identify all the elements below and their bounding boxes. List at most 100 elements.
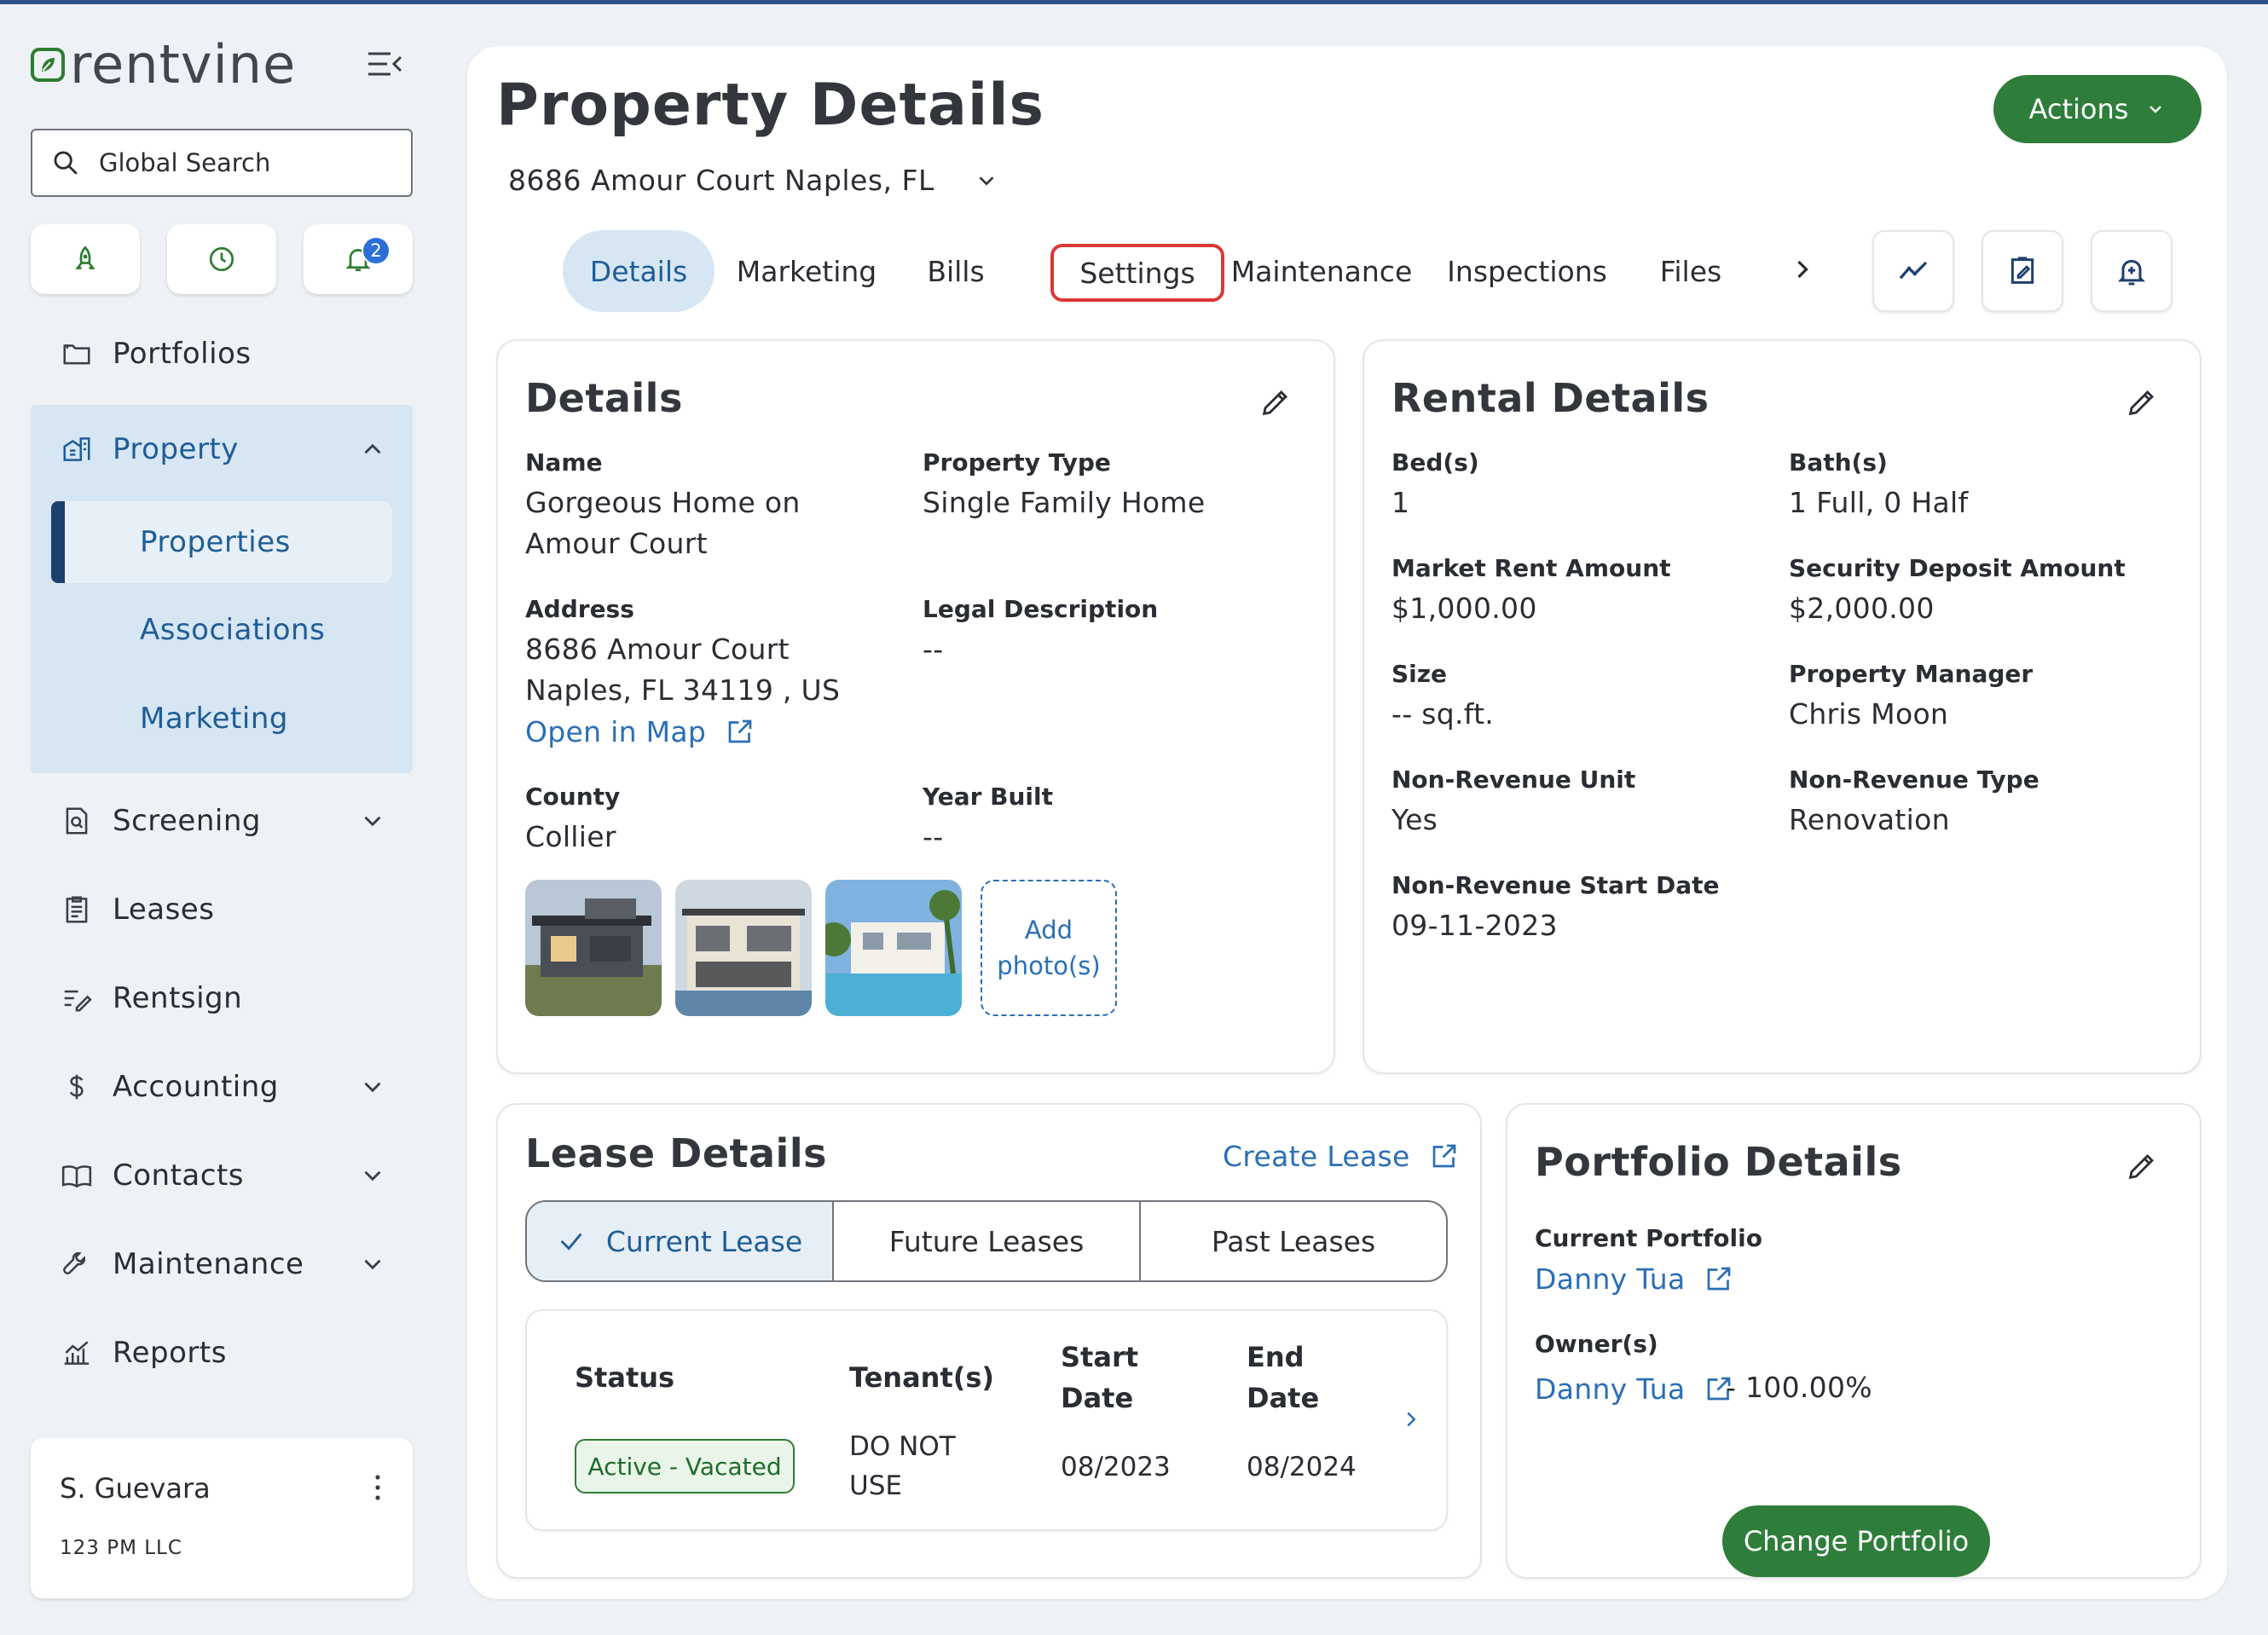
non-revenue-type-value: Renovation	[1789, 803, 1950, 836]
current-portfolio-link[interactable]: Danny Tua	[1535, 1258, 1734, 1299]
tab-past-leases[interactable]: Past Leases	[1139, 1202, 1446, 1280]
portfolio-details-title: Portfolio Details	[1535, 1139, 1902, 1185]
open-in-map-link[interactable]: Open in Map	[525, 711, 755, 752]
nav-rentsign[interactable]: Rentsign	[60, 973, 418, 1024]
logo[interactable]: rentvine	[31, 38, 296, 91]
rental-details-card: Rental Details Bed(s) 1 Bath(s) 1 Full, …	[1363, 339, 2201, 1074]
clipboard-icon	[60, 893, 94, 927]
search-placeholder: Global Search	[99, 148, 271, 177]
nav-properties[interactable]: Properties	[51, 501, 392, 583]
trend-line-icon	[1899, 261, 1928, 280]
baths-value: 1 Full, 0 Half	[1789, 486, 1969, 519]
pencil-icon[interactable]	[2125, 385, 2159, 419]
property-manager-value: Chris Moon	[1789, 697, 1949, 731]
search-icon	[54, 151, 78, 175]
add-note-button[interactable]	[1982, 230, 2063, 312]
year-built: --	[923, 820, 944, 853]
non-revenue-start-value: 09-11-2023	[1391, 909, 1558, 942]
quick-launch-button[interactable]	[31, 224, 140, 294]
property-address-select[interactable]: 8686 Amour Court Naples, FL	[508, 164, 999, 197]
change-portfolio-button[interactable]: Change Portfolio	[1722, 1505, 1990, 1577]
owner-share: - 100.00%	[1726, 1371, 1872, 1404]
global-search-input[interactable]: Global Search	[31, 129, 413, 197]
chevron-down-icon[interactable]	[358, 1072, 387, 1101]
add-photo-button[interactable]: Add photo(s)	[981, 880, 1117, 1016]
lease-details-card: Lease Details Create Lease Current Lease…	[496, 1103, 1482, 1579]
dollar-icon	[60, 1070, 94, 1104]
chevron-down-icon	[979, 176, 994, 186]
recent-history-button[interactable]	[167, 224, 276, 294]
property-photo[interactable]	[825, 880, 962, 1016]
user-organization: 123 PM LLC	[60, 1537, 182, 1559]
lease-table[interactable]: Status Tenant(s) Start Date End Date Act…	[525, 1309, 1448, 1531]
chevron-right-icon[interactable]	[1787, 254, 1818, 285]
rental-details-title: Rental Details	[1391, 375, 1710, 421]
tab-future-leases[interactable]: Future Leases	[832, 1202, 1139, 1280]
notifications-button[interactable]: 2	[304, 224, 413, 294]
chevron-right-icon[interactable]	[1398, 1407, 1424, 1432]
security-deposit-value: $2,000.00	[1789, 592, 1935, 625]
lease-start-date: 08/2023	[1061, 1452, 1171, 1482]
property-photo[interactable]	[525, 880, 662, 1016]
pencil-icon[interactable]	[2125, 1149, 2159, 1183]
tab-maintenance[interactable]: Maintenance	[1231, 230, 1413, 312]
analytics-button[interactable]	[1872, 230, 1954, 312]
external-link-icon	[1708, 1267, 1731, 1291]
tab-settings[interactable]: Settings	[1050, 244, 1224, 302]
signature-icon	[60, 981, 94, 1015]
lease-end-date: 08/2024	[1247, 1452, 1357, 1482]
chevron-down-icon	[2149, 106, 2162, 113]
nav-property[interactable]: Property	[60, 424, 418, 475]
clock-icon	[209, 246, 234, 272]
chevron-down-icon[interactable]	[358, 1161, 387, 1190]
folder-icon	[60, 337, 94, 371]
nav-reports[interactable]: Reports	[60, 1327, 418, 1378]
nav-leases[interactable]: Leases	[60, 884, 418, 935]
nav-accounting[interactable]: Accounting	[60, 1061, 418, 1112]
nav-marketing[interactable]: Marketing	[51, 678, 392, 760]
add-reminder-button[interactable]	[2091, 230, 2173, 312]
status-badge: Active - Vacated	[575, 1439, 795, 1493]
tab-files[interactable]: Files	[1644, 230, 1738, 312]
external-link-icon	[728, 719, 752, 743]
property-photo[interactable]	[675, 880, 812, 1016]
legal-description: --	[923, 633, 944, 666]
nav-portfolios[interactable]: Portfolios	[60, 328, 418, 379]
more-vertical-icon[interactable]	[365, 1470, 391, 1505]
create-lease-link[interactable]: Create Lease	[1223, 1132, 1460, 1180]
user-card[interactable]: S. Guevara 123 PM LLC	[31, 1438, 413, 1598]
actions-button[interactable]: Actions	[1993, 75, 2201, 143]
tenant-name: DO NOT USE	[849, 1431, 956, 1501]
chevron-up-icon[interactable]	[358, 435, 387, 464]
non-revenue-unit-value: Yes	[1391, 803, 1438, 836]
wrench-icon	[60, 1247, 94, 1281]
tab-details[interactable]: Details	[563, 230, 715, 312]
brand-name: rentvine	[70, 33, 297, 95]
collapse-menu-icon[interactable]	[365, 47, 404, 81]
nav-associations[interactable]: Associations	[51, 589, 392, 671]
pencil-icon[interactable]	[1258, 385, 1293, 419]
tab-bills[interactable]: Bills	[900, 230, 1011, 312]
tab-inspections[interactable]: Inspections	[1438, 230, 1617, 312]
chevron-down-icon[interactable]	[358, 1250, 387, 1279]
market-rent-value: $1,000.00	[1391, 592, 1537, 625]
address-line-2: Naples, FL 34119 , US	[525, 673, 841, 707]
size-value: -- sq.ft.	[1391, 697, 1495, 731]
owner-link[interactable]: Danny Tua	[1535, 1367, 1734, 1410]
nav-screening[interactable]: Screening	[60, 795, 418, 846]
external-link-icon	[1432, 1144, 1455, 1168]
edit-note-icon	[2011, 257, 2034, 284]
leaf-icon	[31, 48, 65, 82]
nav-maintenance[interactable]: Maintenance	[60, 1239, 418, 1290]
nav-contacts[interactable]: Contacts	[60, 1150, 418, 1201]
property-type: Single Family Home	[923, 486, 1206, 519]
details-title: Details	[525, 375, 683, 421]
page-title: Property Details	[496, 72, 1044, 139]
chevron-down-icon[interactable]	[358, 806, 387, 835]
notification-count-badge: 2	[362, 236, 391, 265]
tab-marketing[interactable]: Marketing	[728, 230, 885, 312]
chart-icon	[60, 1336, 94, 1370]
tab-current-lease[interactable]: Current Lease	[527, 1202, 832, 1280]
address-line-1: 8686 Amour Court	[525, 633, 790, 666]
screening-icon	[60, 804, 94, 838]
